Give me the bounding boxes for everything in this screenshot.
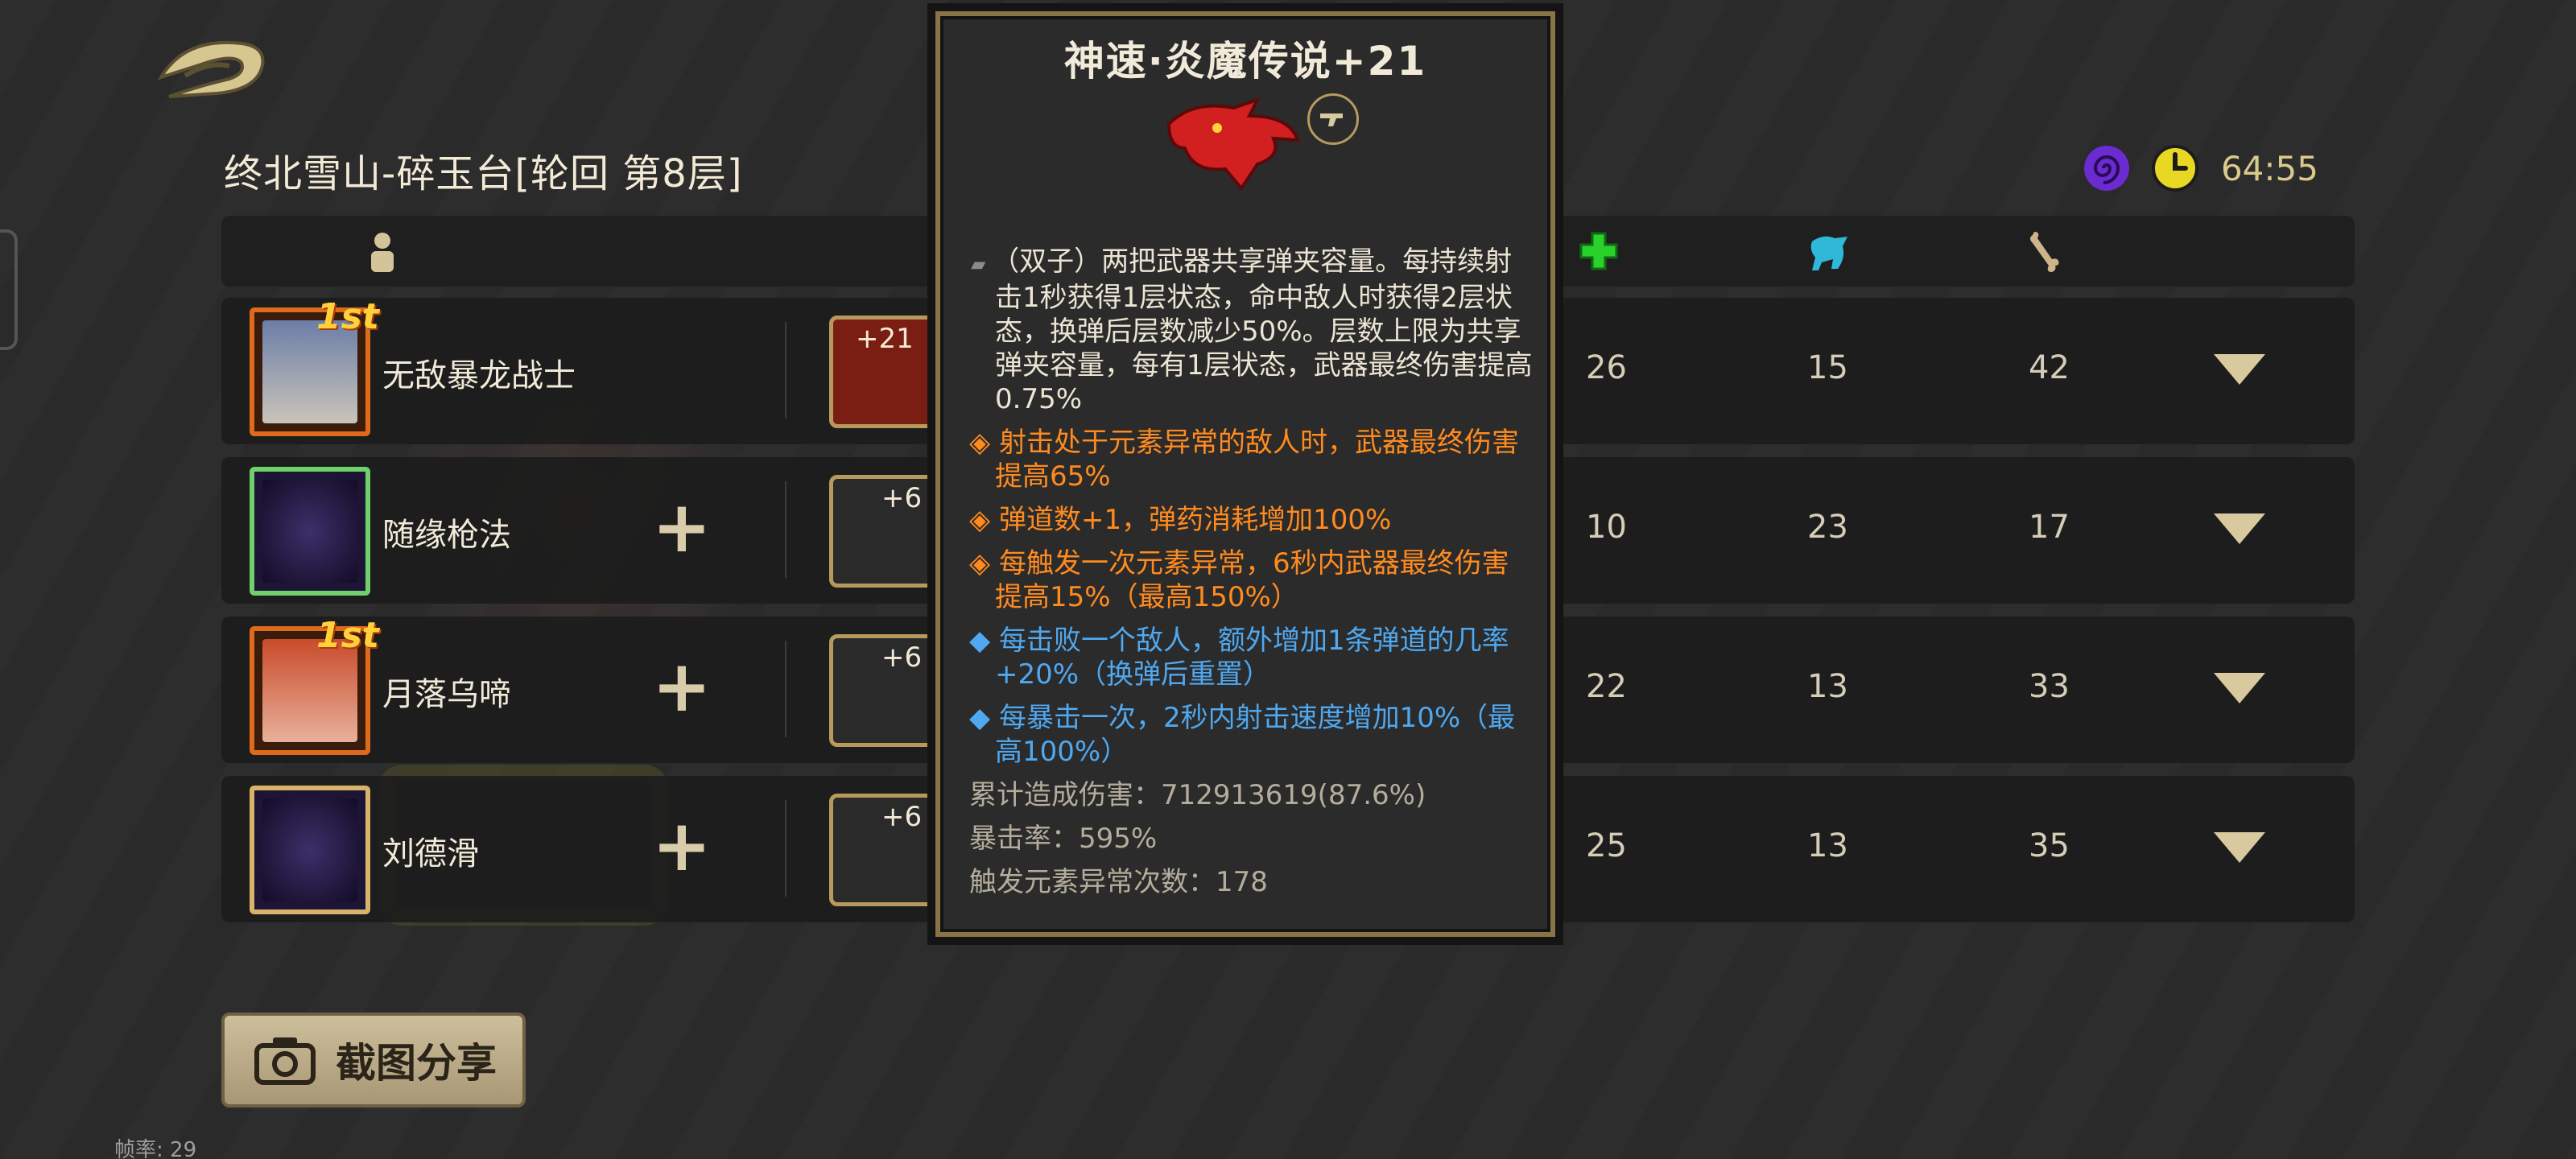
add-friend-button[interactable]: + (652, 810, 712, 881)
camera-icon (254, 1037, 316, 1085)
player-name: 随缘枪法 (382, 517, 511, 554)
speed-stat: 15 (1807, 349, 1848, 386)
speed-stat: 13 (1807, 668, 1848, 705)
weapon-level: +6 (881, 801, 923, 833)
clock-icon (2151, 145, 2198, 192)
page-title: 终北雪山-碎玉台[轮回 第8层] (224, 151, 743, 196)
divider (785, 481, 786, 578)
orange-affix: ◈ 弹道数+1，弹药消耗增加100% (969, 504, 1392, 536)
screenshot-share-button[interactable]: 截图分享 (221, 1013, 526, 1107)
heal-stat: 22 (1586, 668, 1627, 705)
player-name: 刘德滑 (382, 835, 479, 872)
top-right-status: 64:55 (2083, 143, 2318, 193)
orange-affix: ◈ 射击处于元素异常的敌人时，武器最终伤害提高65% (969, 427, 1519, 493)
avatar (250, 467, 370, 596)
rank-badge: 1st (316, 296, 379, 337)
avatar (250, 786, 370, 914)
speed-stat: 23 (1807, 509, 1848, 546)
tooltip-title: 神速·炎魔传说+21 (1063, 38, 1427, 85)
bone-stat: 33 (2029, 668, 2070, 705)
weapon-level: +21 (856, 323, 914, 355)
blue-affix: ◆ 每暴击一次，2秒内射击速度增加10%（最高100%） (969, 702, 1516, 768)
heal-stat: 10 (1586, 509, 1627, 546)
timer: 64:55 (2220, 148, 2318, 188)
expand-chevron-icon[interactable] (2214, 354, 2265, 385)
back-arrow-icon[interactable] (153, 29, 266, 101)
dragon-weapon-icon (1166, 97, 1300, 192)
blue-affix: ◆ 每击败一个敌人，额外增加1条弹道的几率+20%（换弹后重置） (969, 625, 1509, 691)
gun-bullet-icon: ▰ (971, 253, 993, 275)
speed-stat: 13 (1807, 827, 1848, 864)
weapon-level: +6 (881, 641, 923, 674)
tooltip-description: ▰ （双子）两把武器共享弹夹容量。每持续射击1秒获得1层状态，命中敌人时获得2层… (971, 245, 1533, 415)
rank-badge: 1st (316, 615, 379, 656)
heal-stat: 25 (1586, 827, 1627, 864)
expand-chevron-icon[interactable] (2214, 832, 2265, 863)
heal-stat: 26 (1586, 349, 1627, 386)
add-friend-button[interactable]: + (652, 651, 712, 722)
weapon-level: +6 (881, 482, 923, 514)
heal-icon (1579, 232, 1618, 270)
add-friend-button[interactable]: + (652, 492, 712, 563)
share-label: 截图分享 (336, 1040, 497, 1087)
damage-stat: 累计造成伤害：712913619(87.6%) (969, 779, 1426, 811)
divider (785, 641, 786, 737)
bone-icon (2030, 232, 2059, 272)
side-drawer-tab[interactable] (0, 229, 18, 350)
bone-stat: 35 (2029, 827, 2070, 864)
element-trigger-stat: 触发元素异常次数：178 (969, 866, 1268, 898)
expand-chevron-icon[interactable] (2214, 514, 2265, 544)
orange-affix: ◈ 每触发一次元素异常，6秒内武器最终伤害提高15%（最高150%） (969, 547, 1509, 613)
tooltip-body: ▰ （双子）两把武器共享弹夹容量。每持续射击1秒获得1层状态，命中敌人时获得2层… (969, 245, 1533, 899)
player-name: 月落乌啼 (382, 676, 511, 713)
expand-chevron-icon[interactable] (2214, 673, 2265, 703)
player-name: 无敌暴龙战士 (382, 357, 576, 394)
divider (785, 800, 786, 897)
swirl-icon (2083, 146, 2129, 191)
bone-stat: 42 (2029, 349, 2070, 386)
crit-rate-stat: 暴击率：595% (969, 823, 1158, 855)
weapon-tooltip: 神速·炎魔传说+21 ▰ （双子）两把武器共享弹夹容量。每持续射击1秒获得1层状… (927, 3, 1563, 945)
divider (785, 322, 786, 419)
gun-type-icon (1307, 93, 1359, 145)
bone-stat: 17 (2029, 509, 2070, 546)
fps-counter: 帧率: 29 (114, 1138, 197, 1159)
speed-icon (1810, 236, 1847, 270)
player-icon (371, 233, 394, 272)
